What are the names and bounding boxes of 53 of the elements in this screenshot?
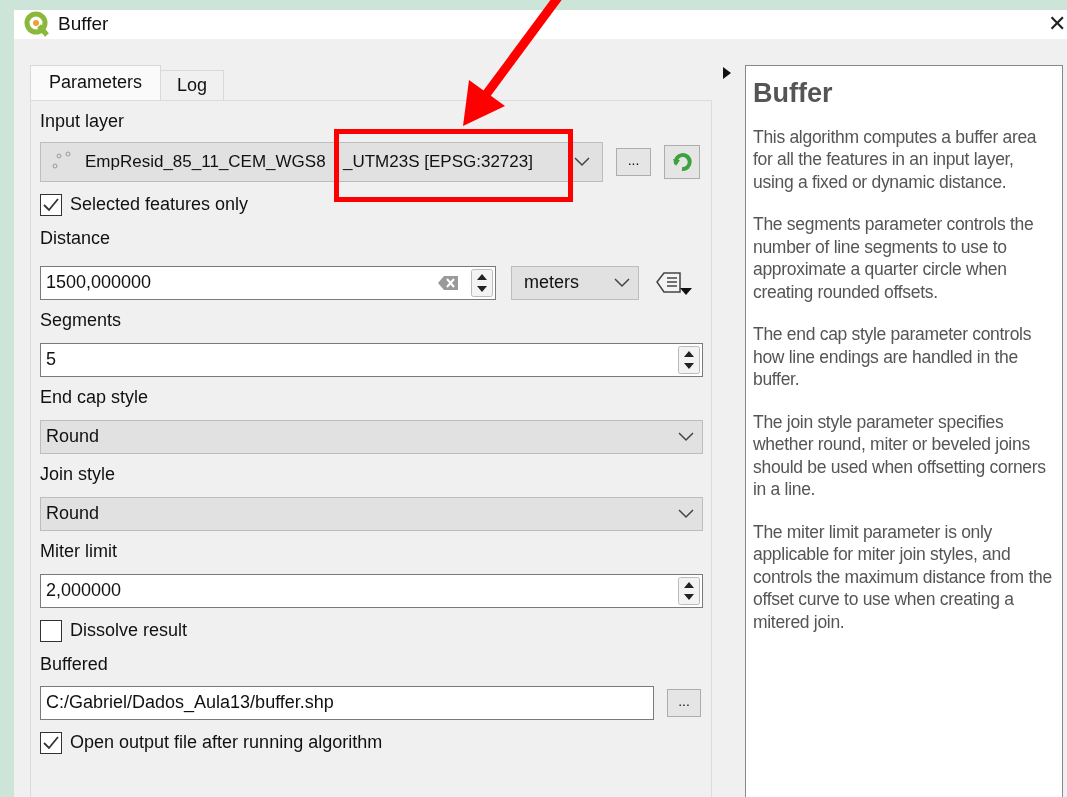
number-field[interactable]: 5	[40, 342, 703, 377]
checkbox-label: Selected features only	[70, 193, 249, 216]
field-label: End cap style	[40, 385, 150, 409]
browse-button[interactable]: ...	[616, 147, 651, 176]
checkbox[interactable]	[40, 619, 62, 642]
combobox-value: _UTM23S [EPSG:32723]	[343, 150, 533, 173]
field-value: 1500,000000	[46, 271, 153, 294]
window-title: Buffer	[58, 12, 110, 36]
checkbox-label: Open output file after running algorithm	[70, 731, 383, 754]
field-label: Join style	[40, 462, 117, 486]
spinner-arrows-icon[interactable]	[678, 345, 700, 374]
browse-button[interactable]: ...	[667, 688, 701, 717]
combobox-value: Round	[46, 425, 101, 448]
field-value: 5	[46, 348, 57, 371]
tab[interactable]: Parameters	[30, 64, 162, 100]
chevron-down-icon	[614, 277, 630, 288]
help-title: Buffer	[753, 76, 834, 110]
close-button[interactable]: ✕	[1048, 13, 1066, 36]
help-paragraph: The join style parameter specifies whether round, miter or beveled joins should be used when offsetting corners in a line.	[753, 410, 1047, 501]
help-paragraph: The miter limit parameter is only applicable for miter join styles, and controls the maximum distance from the offset curve to use when creating a mitered join.	[753, 520, 1053, 633]
refresh-icon[interactable]	[664, 144, 700, 179]
checkbox-label: Dissolve result	[70, 619, 188, 642]
help-paragraph: The segments parameter controls the number of line segments to use to approximate a quarter circle when creating rounded offsets.	[753, 213, 1035, 303]
combobox-value: meters	[524, 271, 580, 294]
distance-field[interactable]: 1500,000000	[40, 265, 496, 300]
spinner-arrows-icon[interactable]	[471, 268, 493, 297]
combobox-value: Round	[46, 502, 101, 525]
spinner-arrows-icon[interactable]	[678, 576, 700, 605]
collapse-arrow-icon[interactable]	[723, 66, 731, 79]
chevron-down-icon	[678, 431, 694, 442]
help-paragraph: This algorithm computes a buffer area for all the features in an input layer, using a fixed or dynamic distance.	[753, 125, 1038, 193]
layer-combobox[interactable]: EmpResid_85_11_CEM_WGS8 _UTM23S [EPSG:32723]	[40, 141, 603, 182]
checkbox[interactable]	[40, 193, 62, 216]
app-logo-icon	[24, 11, 50, 38]
field-label: Miter limit	[40, 539, 118, 563]
field-label: Input layer	[40, 109, 126, 133]
tab[interactable]: Log	[161, 69, 225, 100]
number-field[interactable]: 2,000000	[40, 573, 703, 608]
clear-icon[interactable]	[437, 274, 459, 291]
field-label: Buffered	[40, 652, 109, 676]
style-combobox[interactable]: Round	[40, 419, 703, 454]
unit-combobox[interactable]: meters	[511, 265, 639, 300]
chevron-down-icon	[678, 508, 694, 519]
output-file-field[interactable]: C:/Gabriel/Dados_Aula13/buffer.shp	[40, 685, 654, 720]
combobox-value: EmpResid_85_11_CEM_WGS8	[85, 151, 326, 171]
help-paragraph: The end cap style parameter controls how line endings are handled in the buffer.	[753, 323, 1033, 391]
field-label: Distance	[40, 226, 112, 250]
style-combobox[interactable]: Round	[40, 496, 703, 531]
checkbox[interactable]	[40, 731, 62, 754]
chevron-down-icon	[574, 156, 590, 167]
field-label: Segments	[40, 308, 123, 332]
field-value: 2,000000	[46, 579, 123, 602]
field-value: C:/Gabriel/Dados_Aula13/buffer.shp	[46, 691, 334, 715]
